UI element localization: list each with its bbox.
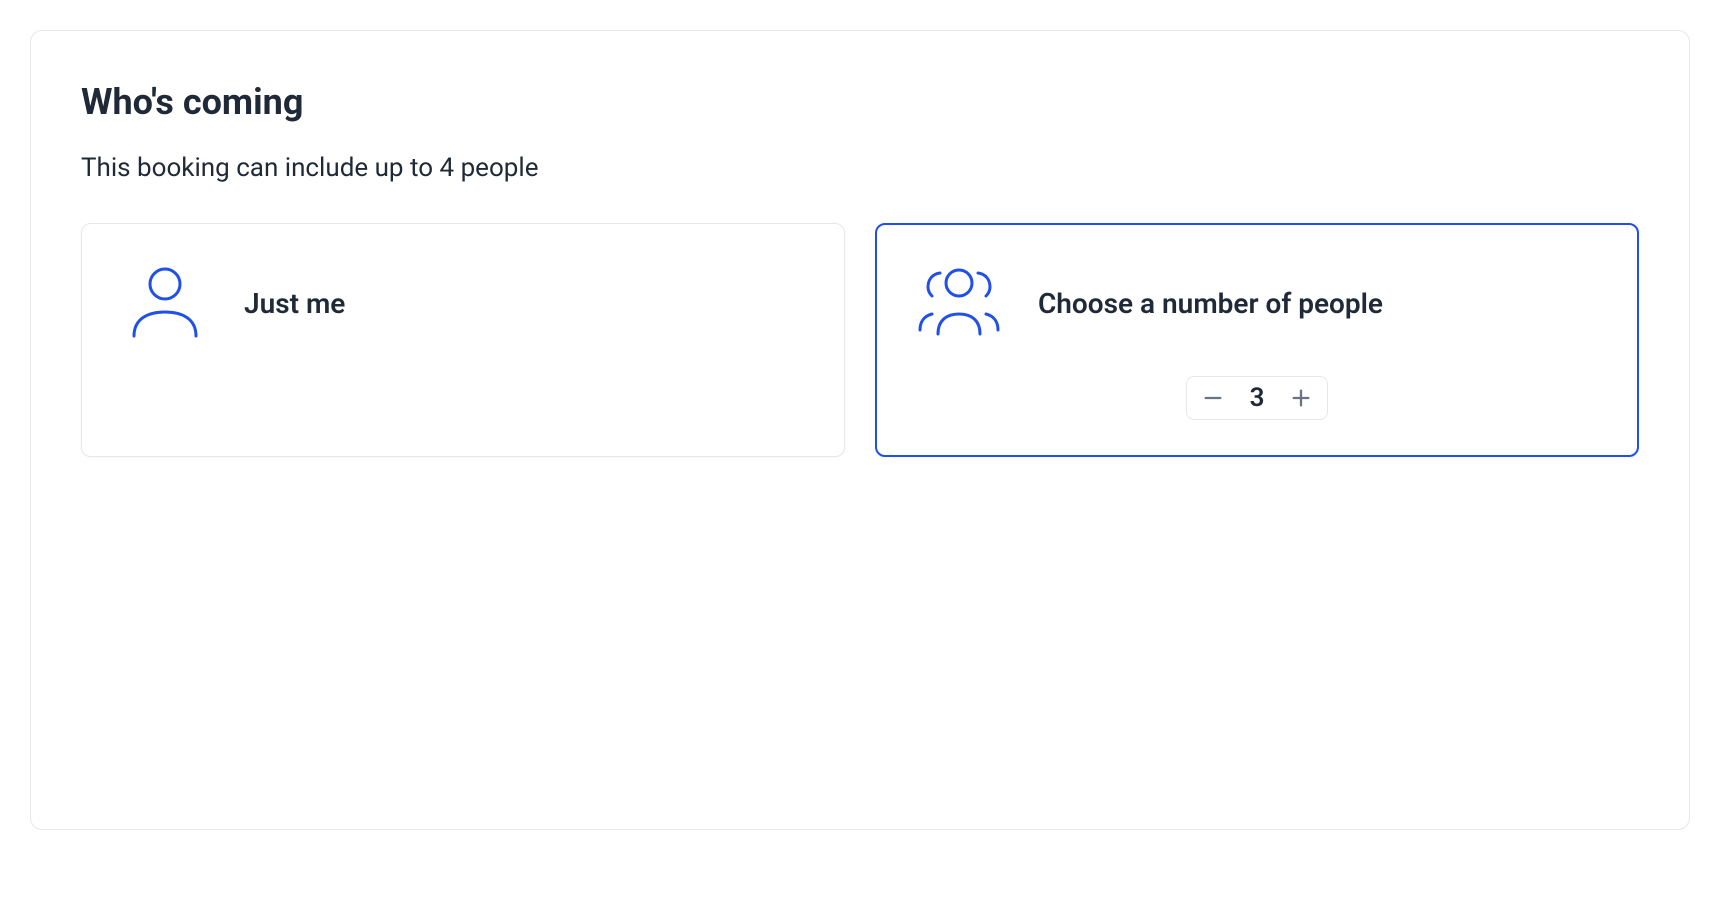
options-row: Just me Choose a number of people bbox=[81, 223, 1639, 457]
option-just-me-label: Just me bbox=[244, 287, 345, 320]
page-title: Who's coming bbox=[81, 81, 1639, 123]
quantity-value: 3 bbox=[1247, 383, 1267, 413]
people-icon bbox=[916, 260, 1002, 346]
option-choose-number-label: Choose a number of people bbox=[1038, 287, 1383, 320]
increment-button[interactable] bbox=[1287, 384, 1315, 412]
option-choose-number[interactable]: Choose a number of people 3 bbox=[875, 223, 1639, 457]
person-icon bbox=[122, 260, 208, 346]
plus-icon bbox=[1290, 387, 1312, 409]
option-just-me[interactable]: Just me bbox=[81, 223, 845, 457]
decrement-button[interactable] bbox=[1199, 384, 1227, 412]
quantity-stepper: 3 bbox=[1186, 376, 1328, 420]
minus-icon bbox=[1202, 387, 1224, 409]
page-subtitle: This booking can include up to 4 people bbox=[81, 153, 1639, 183]
whos-coming-panel: Who's coming This booking can include up… bbox=[30, 30, 1690, 830]
